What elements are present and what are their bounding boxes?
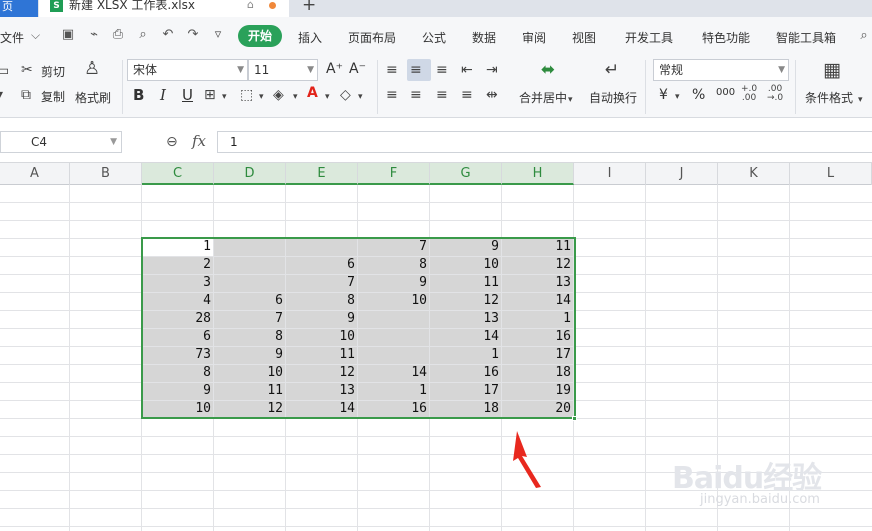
- baidu-watermark: Baidu经验: [672, 461, 822, 496]
- baidu-watermark-url: jingyan.baidu.com: [700, 492, 820, 507]
- red-arrow-shape: [513, 431, 541, 488]
- annotation-arrow: [513, 431, 541, 488]
